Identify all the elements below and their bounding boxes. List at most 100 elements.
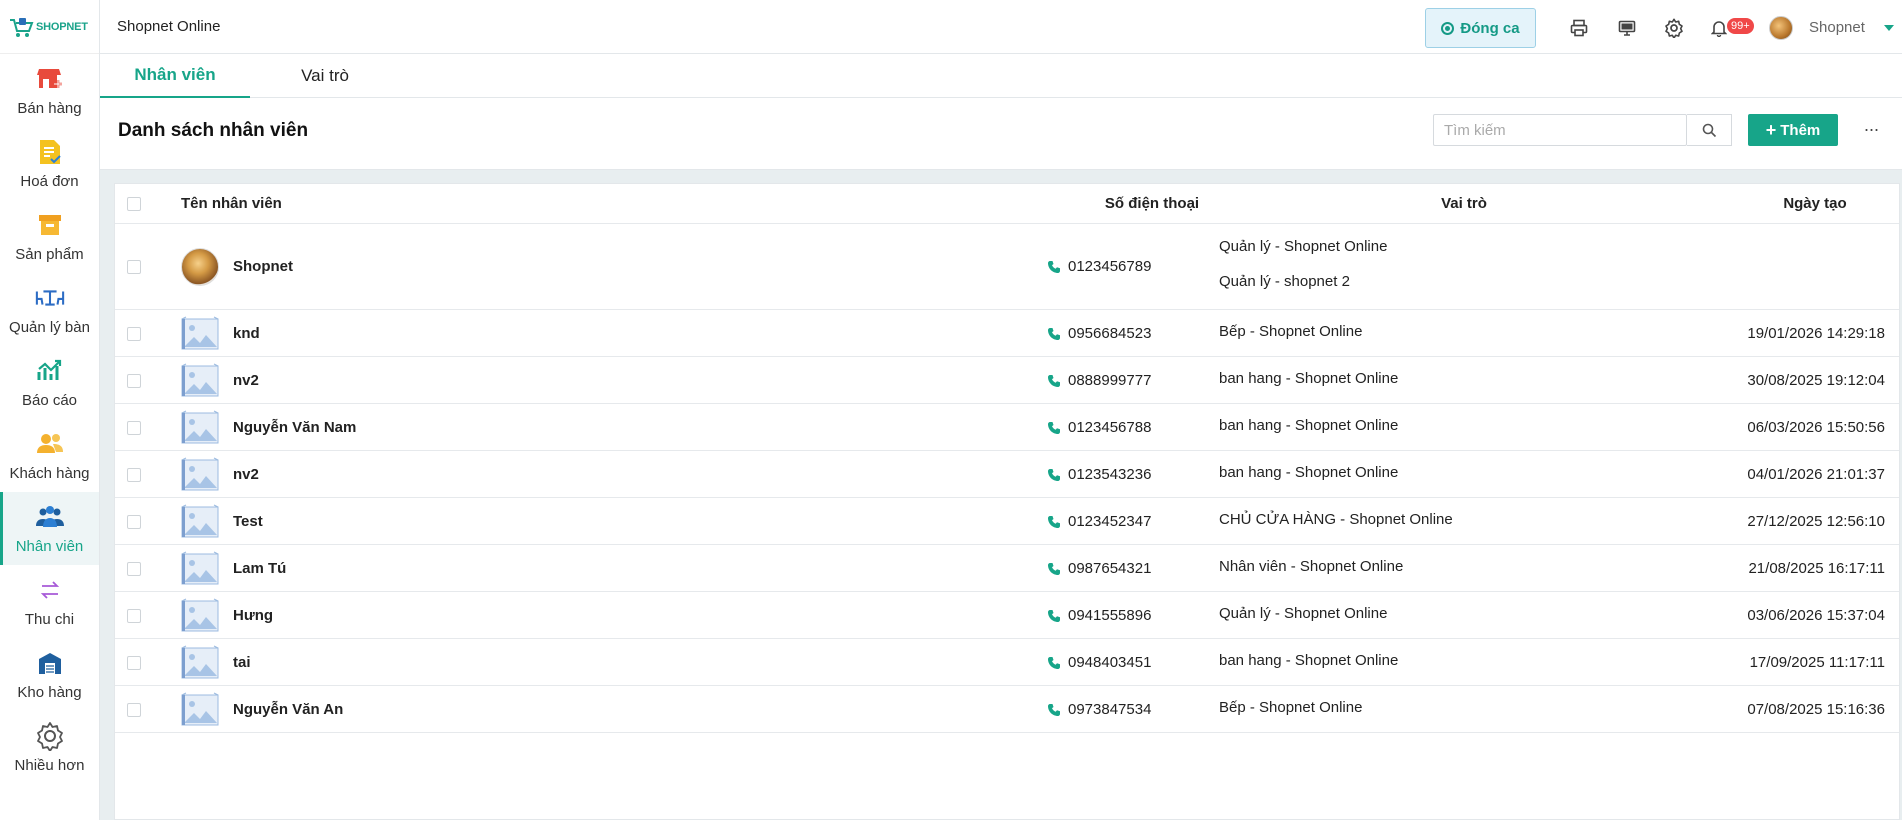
logo[interactable]: SHOPNET <box>0 0 99 54</box>
employee-created: 27/12/2025 12:56:10 <box>1747 513 1885 530</box>
sidebar-item-ban-hang[interactable]: Bán hàng <box>0 54 99 127</box>
row-checkbox[interactable] <box>127 421 141 435</box>
employee-name: nv2 <box>233 466 259 483</box>
product-box-icon <box>35 210 65 240</box>
column-header-phone[interactable]: Số điện thoại <box>1052 195 1252 212</box>
store-name: Shopnet Online <box>117 18 221 35</box>
search-icon <box>1702 123 1716 137</box>
table-row[interactable]: nv2 0123543236 ban hang - Shopnet Online 04… <box>115 451 1899 498</box>
radio-dot-icon <box>1441 21 1455 35</box>
row-checkbox[interactable] <box>127 609 141 623</box>
table-row[interactable]: nv2 0888999777 ban hang - Shopnet Online 30… <box>115 357 1899 404</box>
add-employee-button[interactable]: + Thêm <box>1748 114 1838 146</box>
sidebar-item-hoa-don[interactable]: Hoá đơn <box>0 127 99 200</box>
column-header-role[interactable]: Vai trò <box>1364 195 1564 212</box>
table-row[interactable]: Test 0123452347 CHỦ CỬA HÀNG - Shopnet Onl… <box>115 498 1899 545</box>
search-button[interactable] <box>1687 114 1732 146</box>
avatar-placeholder-icon <box>181 644 219 682</box>
row-checkbox[interactable] <box>127 374 141 388</box>
tab-nhan-vien[interactable]: Nhân viên <box>100 54 250 98</box>
avatar-placeholder-icon <box>181 409 219 447</box>
table-row[interactable]: tai 0948403451 ban hang - Shopnet Online 17… <box>115 639 1899 686</box>
employee-name: knd <box>233 325 260 342</box>
employee-role: ban hang - Shopnet Online <box>1219 464 1399 481</box>
close-shift-button[interactable]: Đóng ca <box>1425 8 1536 48</box>
phone-icon <box>1048 704 1060 716</box>
avatar-placeholder-icon <box>181 597 219 635</box>
user-avatar[interactable] <box>1769 16 1793 40</box>
table-row[interactable]: Nguyễn Văn An 0973847534 Bếp - Shopnet Onl… <box>115 686 1899 733</box>
column-header-name[interactable]: Tên nhân viên <box>181 195 282 212</box>
plus-icon: + <box>1765 120 1777 140</box>
page-title: Danh sách nhân viên <box>118 120 309 141</box>
employee-name: Test <box>233 513 263 530</box>
employee-phone: 0123452347 <box>1068 513 1152 530</box>
row-checkbox[interactable] <box>127 260 141 274</box>
table-row[interactable]: knd 0956684523 Bếp - Shopnet Online 19/01/2… <box>115 310 1899 357</box>
phone-icon <box>1048 516 1060 528</box>
employee-created: 03/06/2026 15:37:04 <box>1747 607 1885 624</box>
employee-role: ban hang - Shopnet Online <box>1219 652 1399 669</box>
logo-text: SHOPNET <box>36 20 88 33</box>
monitor-icon[interactable] <box>1616 17 1638 39</box>
store-cart-icon <box>35 64 65 94</box>
tab-vai-tro[interactable]: Vai trò <box>250 54 400 98</box>
close-shift-label: Đóng ca <box>1460 19 1520 37</box>
sidebar-item-label: Nhiều hơn <box>14 757 85 774</box>
row-checkbox[interactable] <box>127 562 141 576</box>
caret-down-icon[interactable] <box>1884 25 1894 31</box>
employee-created: 04/01/2026 21:01:37 <box>1747 466 1885 483</box>
sidebar-item-label: Kho hàng <box>17 684 82 701</box>
row-checkbox[interactable] <box>127 515 141 529</box>
table-row[interactable]: Lam Tú 0987654321 Nhân viên - Shopnet Onli… <box>115 545 1899 592</box>
employee-role: Bếp - Shopnet Online <box>1219 323 1363 340</box>
sidebar-item-nhan-vien[interactable]: Nhân viên <box>0 492 99 565</box>
employee-name: Hưng <box>233 607 274 624</box>
sidebar-item-label: Sản phẩm <box>15 246 84 263</box>
employee-name: Nguyễn Văn Nam <box>233 419 357 436</box>
warehouse-icon <box>35 648 65 678</box>
row-checkbox[interactable] <box>127 656 141 670</box>
notification-badge: 99+ <box>1727 18 1754 34</box>
sidebar-item-bao-cao[interactable]: Báo cáo <box>0 346 99 419</box>
avatar-placeholder-icon <box>181 691 219 729</box>
employee-phone: 0941555896 <box>1068 607 1152 624</box>
sidebar-item-thu-chi[interactable]: Thu chi <box>0 565 99 638</box>
settings-gear-icon[interactable] <box>1663 17 1685 39</box>
employee-role: ban hang - Shopnet Online <box>1219 370 1399 387</box>
table-row[interactable]: Hưng 0941555896 Quản lý - Shopnet Online 03… <box>115 592 1899 639</box>
exchange-icon <box>35 575 65 605</box>
select-all-checkbox[interactable] <box>127 197 141 211</box>
employee-name: nv2 <box>233 372 259 389</box>
employee-created: 21/08/2025 16:17:11 <box>1748 560 1885 577</box>
sidebar: SHOPNET Bán hàng Hoá đơn Sản phẩm Quản l… <box>0 0 100 820</box>
employee-phone: 0123456789 <box>1068 258 1152 275</box>
row-checkbox[interactable] <box>127 703 141 717</box>
row-checkbox[interactable] <box>127 327 141 341</box>
employee-role: Quản lý - shopnet 2 <box>1219 273 1350 290</box>
phone-icon <box>1048 657 1060 669</box>
row-checkbox[interactable] <box>127 468 141 482</box>
search-input[interactable] <box>1433 114 1687 146</box>
printer-icon[interactable] <box>1568 17 1590 39</box>
sidebar-item-kho-hang[interactable]: Kho hàng <box>0 638 99 711</box>
report-chart-icon <box>35 356 65 386</box>
phone-icon <box>1048 469 1060 481</box>
user-name[interactable]: Shopnet <box>1809 19 1865 36</box>
table-row[interactable]: Shopnet 0123456789 Quản lý - Shopnet Onl… <box>115 224 1899 310</box>
sidebar-item-quan-ly-ban[interactable]: Quản lý bàn <box>0 273 99 346</box>
sidebar-item-label: Quản lý bàn <box>9 319 90 336</box>
employee-phone: 0948403451 <box>1068 654 1152 671</box>
column-header-created[interactable]: Ngày tạo <box>1715 195 1899 212</box>
sidebar-item-san-pham[interactable]: Sản phẩm <box>0 200 99 273</box>
sidebar-item-khach-hang[interactable]: Khách hàng <box>0 419 99 492</box>
table-row[interactable]: Nguyễn Văn Nam 0123456788 ban hang - Shopn… <box>115 404 1899 451</box>
avatar-placeholder-icon <box>181 315 219 353</box>
employee-name: Shopnet <box>233 258 293 275</box>
employee-role: CHỦ CỬA HÀNG - Shopnet Online <box>1219 511 1453 528</box>
shopnet-logo-icon <box>10 17 34 37</box>
more-options-icon[interactable]: ··· <box>1860 118 1882 140</box>
tab-bar: Nhân viên Vai trò <box>100 54 1902 98</box>
sidebar-item-label: Thu chi <box>24 611 75 628</box>
sidebar-item-nhieu-hon[interactable]: Nhiều hơn <box>0 711 99 784</box>
